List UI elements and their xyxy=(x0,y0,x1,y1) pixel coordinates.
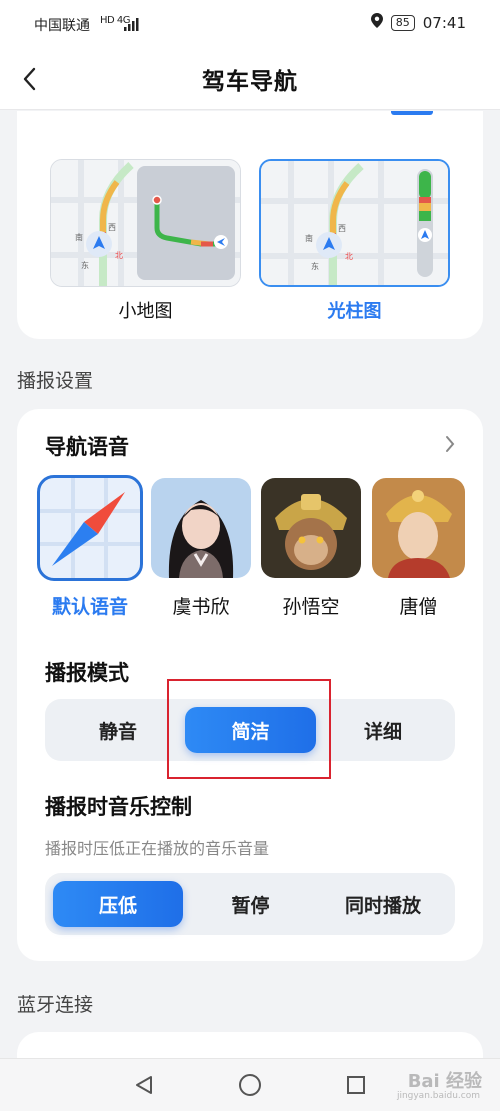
mode-option-silent[interactable]: 静音 xyxy=(53,707,183,753)
compass-icon xyxy=(40,478,140,578)
clock: 07:41 xyxy=(422,13,466,32)
map-option-light-bar[interactable]: 南 西 东 北 xyxy=(259,159,450,287)
map-option-label-mini-map: 小地图 xyxy=(118,301,173,322)
map-option-mini-map[interactable]: 南 西 东 北 xyxy=(50,159,241,287)
voice-item-yu-shuxin[interactable] xyxy=(151,478,251,578)
watermark-logo: Bai 经验 xyxy=(407,1071,482,1092)
mode-option-detailed[interactable]: 详细 xyxy=(318,707,448,753)
voice-label-sun-wukong: 孙悟空 xyxy=(282,596,340,618)
system-nav-bar: Bai 经验 jingyan.baidu.com xyxy=(0,1058,500,1111)
voice-item-tang-seng[interactable] xyxy=(372,478,465,578)
nav-recents-button[interactable] xyxy=(343,1072,369,1098)
battery-indicator: 85 xyxy=(390,14,415,31)
status-bar: 中国联通 HD 4G 85 07:41 xyxy=(0,0,500,48)
svg-text:北: 北 xyxy=(115,251,123,260)
page-title: 驾车导航 xyxy=(202,69,298,95)
voice-item-default[interactable] xyxy=(37,475,143,581)
music-segmented-control: 压低 暂停 同时播放 xyxy=(45,873,455,935)
svg-text:北: 北 xyxy=(345,252,353,261)
svg-text:南: 南 xyxy=(305,233,313,243)
circle-home-icon xyxy=(239,1074,261,1096)
svg-text:南: 南 xyxy=(75,232,83,242)
section-label-broadcast: 播报设置 xyxy=(17,370,94,392)
svg-text:西: 西 xyxy=(108,223,116,232)
voice-label-yu-shuxin: 虞书欣 xyxy=(172,596,230,618)
nav-home-button[interactable] xyxy=(237,1072,263,1098)
mode-title: 播报模式 xyxy=(45,661,129,685)
mini-map-preview-icon: 南 西 东 北 xyxy=(51,160,240,286)
voice-label-tang-seng: 唐僧 xyxy=(399,596,438,618)
scroll-indicator xyxy=(391,111,433,115)
voice-label-default: 默认语音 xyxy=(51,596,128,618)
music-control-description: 播报时压低正在播放的音乐音量 xyxy=(45,839,270,858)
svg-text:东: 东 xyxy=(311,261,319,271)
top-bar: 驾车导航 xyxy=(0,48,500,110)
chevron-right-icon xyxy=(446,436,455,452)
avatar-portrait xyxy=(151,478,251,578)
svg-text:西: 西 xyxy=(338,224,346,233)
map-style-card: 南 西 东 北 小地图 南 西 东 北 光柱图 xyxy=(17,111,483,339)
voice-title: 导航语音 xyxy=(45,435,129,459)
section-label-bluetooth: 蓝牙连接 xyxy=(17,994,94,1016)
square-recents-icon xyxy=(347,1076,365,1094)
light-bar-preview-icon: 南 西 东 北 xyxy=(261,161,448,285)
avatar-monkey-king xyxy=(261,478,361,578)
avatar-monk xyxy=(372,478,465,578)
music-option-lower[interactable]: 压低 xyxy=(53,881,183,927)
triangle-back-icon xyxy=(136,1076,152,1094)
location-icon xyxy=(370,13,383,32)
music-option-pause[interactable]: 暂停 xyxy=(185,881,316,927)
voice-item-sun-wukong[interactable] xyxy=(261,478,361,578)
watermark-url: jingyan.baidu.com xyxy=(396,1091,480,1101)
music-control-title: 播报时音乐控制 xyxy=(45,795,192,819)
music-option-play-together[interactable]: 同时播放 xyxy=(318,881,448,927)
map-option-label-light-bar: 光柱图 xyxy=(327,301,382,322)
nav-back-button[interactable] xyxy=(131,1072,157,1098)
voice-more-button[interactable] xyxy=(445,435,455,457)
annotation-highlight-box xyxy=(167,679,331,779)
signal-icon xyxy=(124,16,142,35)
svg-text:东: 东 xyxy=(81,260,89,270)
carrier-name: 中国联通 xyxy=(34,18,90,34)
